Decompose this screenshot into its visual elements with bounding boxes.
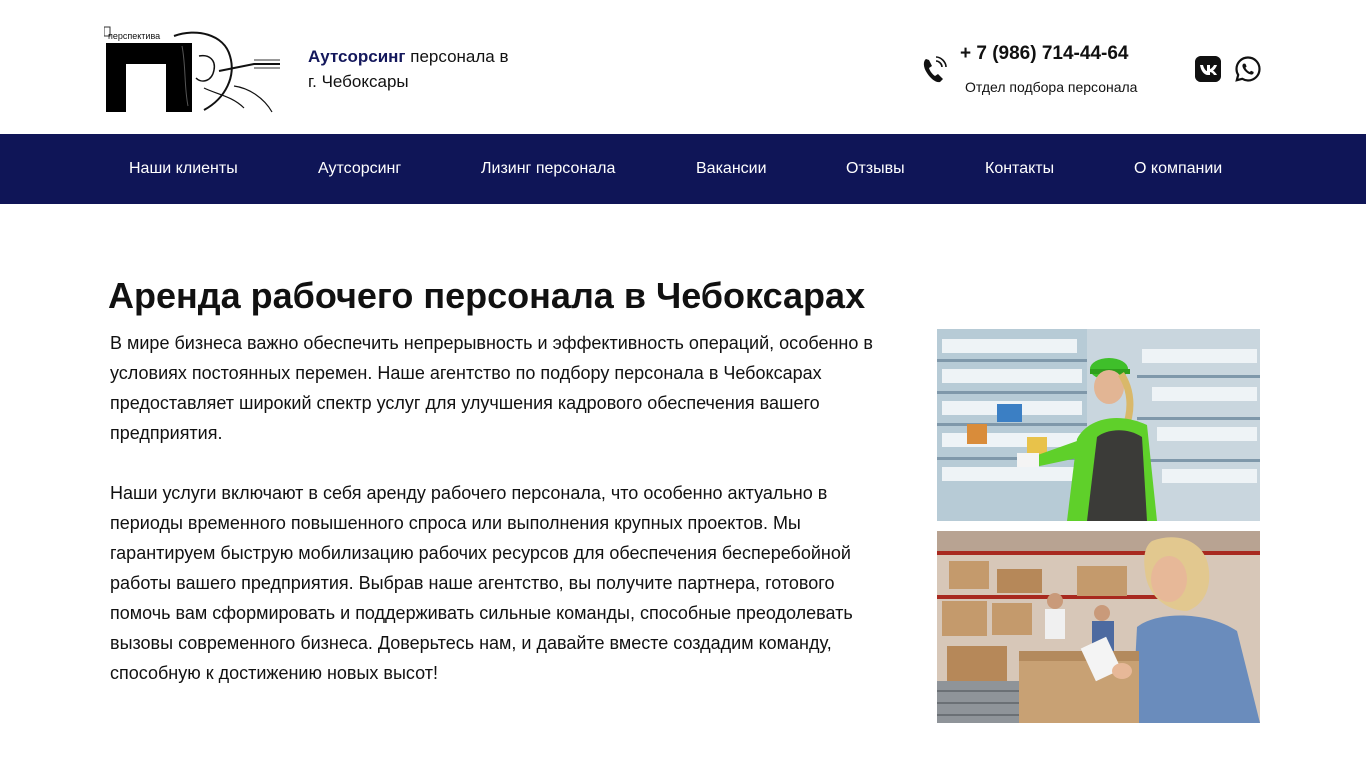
nav-item-contacts[interactable]: Контакты (985, 134, 1054, 204)
phone-caption: Отдел подбора персонала (965, 79, 1138, 95)
nav-item-vacancies[interactable]: Вакансии (696, 134, 767, 204)
phone-icon (923, 56, 947, 83)
header-tagline: Аутсорсинг персонала в г. Чебоксары (308, 44, 548, 94)
phone-link[interactable]: + 7 (986) 714-44-64 (960, 43, 1128, 65)
tagline-bold: Аутсорсинг (308, 47, 406, 66)
photo-warehouse-worker (937, 531, 1260, 723)
svg-text:перспектива: перспектива (108, 31, 160, 41)
main-nav: Наши клиенты Аутсорсинг Лизинг персонала… (0, 134, 1366, 204)
site-header: перспектива Аутсорсинг персонала в г. Че… (0, 0, 1366, 134)
tagline-city: г. Чебоксары (308, 72, 409, 91)
whatsapp-icon[interactable] (1234, 55, 1262, 83)
vk-icon[interactable] (1195, 56, 1221, 82)
nav-item-clients[interactable]: Наши клиенты (129, 134, 238, 204)
intro-paragraph: В мире бизнеса важно обеспечить непрерыв… (110, 333, 873, 443)
nav-item-outsourcing[interactable]: Аутсорсинг (318, 134, 401, 204)
photo-retail-worker (937, 329, 1260, 521)
page-title: Аренда рабочего персонала в Чебоксарах (108, 275, 866, 316)
services-paragraph: Наши услуги включают в себя аренду рабоч… (110, 483, 853, 683)
company-logo[interactable]: перспектива (104, 26, 282, 114)
nav-item-about[interactable]: О компании (1134, 134, 1222, 204)
nav-item-reviews[interactable]: Отзывы (846, 134, 905, 204)
tagline-rest: персонала в (410, 47, 509, 66)
nav-item-leasing[interactable]: Лизинг персонала (481, 134, 615, 204)
